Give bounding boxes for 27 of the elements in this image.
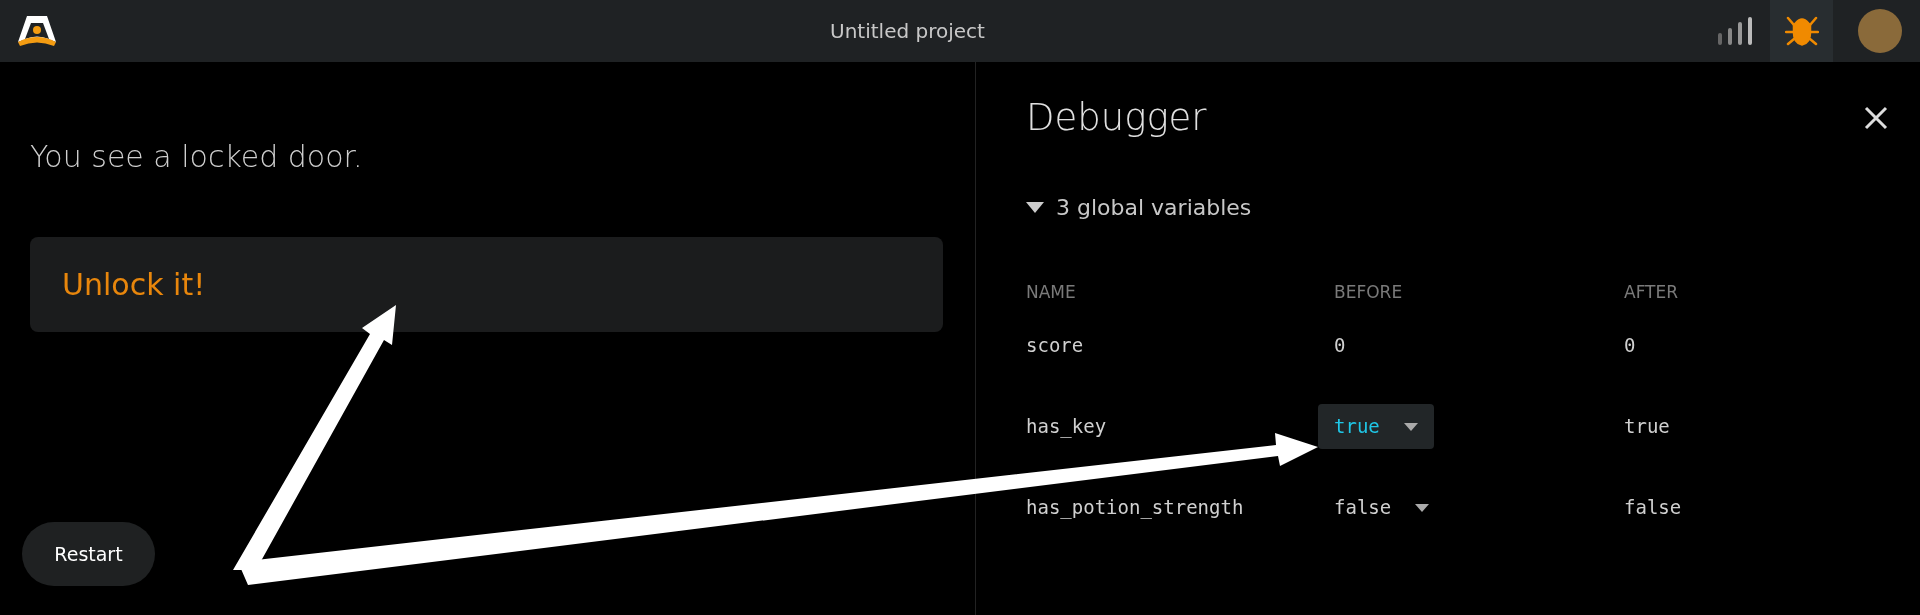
avatar xyxy=(1858,9,1902,53)
choice-button[interactable]: Unlock it! xyxy=(30,237,943,332)
close-icon[interactable] xyxy=(1864,105,1888,130)
table-cell-text: 0 xyxy=(1624,333,1637,359)
caret-icon xyxy=(1403,422,1418,431)
caret-icon xyxy=(1415,503,1430,512)
debugger-toggle-button[interactable] xyxy=(1770,0,1833,62)
logo-icon xyxy=(17,15,57,47)
restart-button[interactable]: Restart xyxy=(22,522,155,586)
table-cell-text: has_potion_strength xyxy=(1026,495,1245,521)
table-cell: 0 xyxy=(1334,334,1346,357)
value-dropdown[interactable]: false xyxy=(1318,485,1446,530)
column-header: AFTER xyxy=(1624,280,1680,304)
table-cell-text: true xyxy=(1624,414,1671,440)
table-cell-text: false xyxy=(1624,495,1683,521)
value-dropdown[interactable]: true xyxy=(1318,404,1434,449)
debugger-title: Debugger xyxy=(1026,95,1207,141)
table-cell-text: score xyxy=(1026,333,1085,359)
section-toggle[interactable]: 3 global variables xyxy=(1026,190,1252,224)
bug-icon xyxy=(1784,15,1819,47)
column-header: NAME xyxy=(1026,280,1077,304)
project-title: Untitled project xyxy=(830,18,985,45)
story-text: You see a locked door. xyxy=(30,138,364,176)
signal-icon xyxy=(1718,17,1752,45)
column-header: BEFORE xyxy=(1334,280,1404,304)
caret-icon xyxy=(1026,201,1044,213)
table-cell-text: has_key xyxy=(1026,414,1108,440)
